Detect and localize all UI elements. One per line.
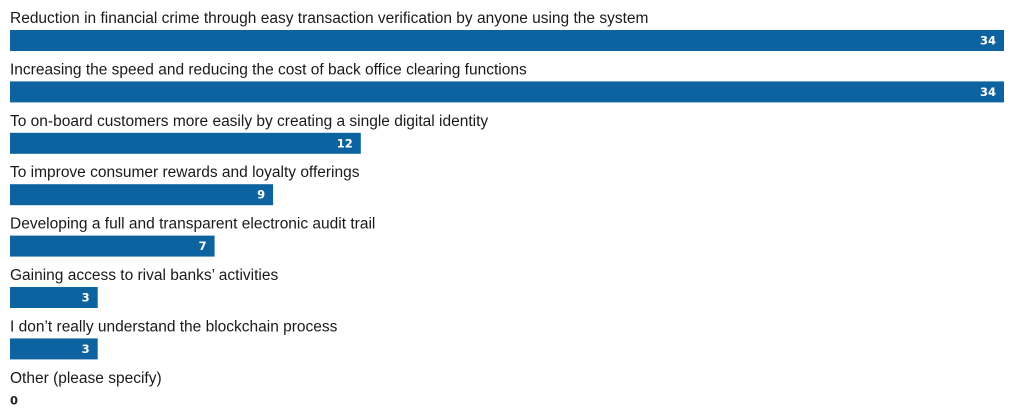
value-label: 3 — [82, 342, 90, 356]
value-label: 12 — [337, 136, 353, 150]
bar — [10, 30, 1004, 51]
bar — [10, 81, 1004, 103]
category-label: To on-board customers more easily by cre… — [10, 113, 488, 130]
category-label: Reduction in financial crime through eas… — [10, 10, 648, 27]
bar — [10, 132, 361, 154]
bar-chart: Reduction in financial crime through eas… — [10, 10, 1004, 408]
bar-row: Reduction in financial crime through eas… — [10, 10, 1004, 51]
value-label: 9 — [257, 188, 265, 202]
bar-row: I don’t really understand the blockchain… — [10, 318, 338, 360]
bar — [10, 184, 274, 206]
bar-row: Developing a full and transparent electr… — [10, 216, 375, 257]
value-label: 34 — [980, 34, 996, 48]
bar-row: Increasing the speed and reducing the co… — [10, 61, 1004, 103]
category-label: I don’t really understand the blockchain… — [10, 318, 338, 335]
category-label: Other (please specify) — [10, 370, 162, 387]
bar — [10, 235, 215, 257]
value-label: 3 — [82, 291, 90, 305]
value-label: 34 — [980, 85, 996, 99]
bar-row: Gaining access to rival banks’ activitie… — [10, 267, 278, 308]
category-label: To improve consumer rewards and loyalty … — [10, 164, 360, 181]
bar-row: To on-board customers more easily by cre… — [10, 113, 488, 154]
bar-row: Other (please specify) 0 — [10, 370, 162, 408]
category-label: Developing a full and transparent electr… — [10, 216, 375, 233]
category-label: Gaining access to rival banks’ activitie… — [10, 267, 278, 284]
value-label: 0 — [10, 393, 18, 407]
value-label: 7 — [199, 239, 207, 253]
bar-row: To improve consumer rewards and loyalty … — [10, 164, 360, 206]
category-label: Increasing the speed and reducing the co… — [10, 61, 527, 78]
